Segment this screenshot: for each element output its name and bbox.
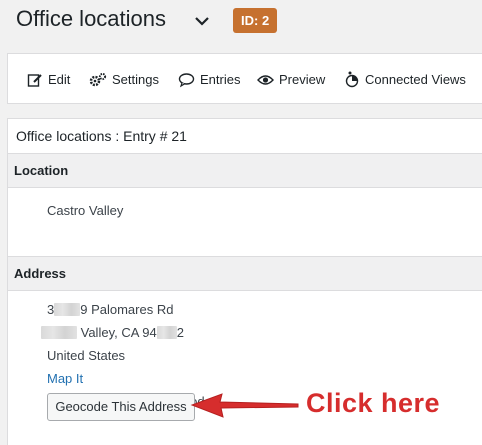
speech-bubble-icon bbox=[178, 72, 195, 87]
location-section: Castro Valley bbox=[8, 188, 482, 257]
edit-button[interactable]: Edit bbox=[27, 54, 70, 105]
preview-label: Preview bbox=[279, 72, 326, 87]
connected-views-button[interactable]: Connected Views bbox=[344, 54, 466, 105]
entry-heading: Office locations : Entry # 21 bbox=[8, 119, 482, 154]
connected-views-icon bbox=[345, 71, 359, 87]
entries-label: Entries bbox=[200, 72, 241, 87]
redacted-block bbox=[156, 326, 177, 339]
city-mid: Valley, CA 94 bbox=[80, 325, 157, 340]
settings-label: Settings bbox=[112, 72, 159, 87]
country-value: United States bbox=[47, 348, 126, 363]
connected-views-label: Connected Views bbox=[365, 72, 466, 87]
street-line: 3 9 Palomares Rd bbox=[47, 301, 482, 324]
settings-button[interactable]: Settings bbox=[89, 54, 159, 105]
address-label: Address bbox=[8, 257, 482, 291]
toolbar: Edit Settings Entries Preview Connected … bbox=[7, 53, 482, 104]
page-title: Office locations bbox=[16, 6, 167, 31]
title-row: Office locations ID: 2 bbox=[0, 0, 482, 44]
location-value: Castro Valley bbox=[47, 203, 124, 218]
chevron-down-icon[interactable] bbox=[192, 11, 212, 31]
edit-icon bbox=[27, 73, 42, 87]
location-label: Location bbox=[8, 154, 482, 188]
gears-icon bbox=[89, 72, 107, 86]
street-end: 9 Palomares Rd bbox=[80, 302, 174, 317]
edit-label: Edit bbox=[48, 72, 71, 87]
redacted-block bbox=[41, 326, 77, 339]
click-here-annotation: Click here bbox=[306, 388, 441, 418]
map-it-link[interactable]: Map It bbox=[47, 371, 83, 386]
id-badge: ID: 2 bbox=[233, 8, 278, 33]
city-line: Valley, CA 94 2 bbox=[41, 324, 482, 347]
street-start: 3 bbox=[47, 302, 55, 317]
entries-button[interactable]: Entries bbox=[178, 54, 240, 105]
annotation-arrow-icon bbox=[190, 393, 299, 418]
geocode-address-button[interactable]: Geocode This Address bbox=[47, 393, 195, 421]
preview-button[interactable]: Preview bbox=[257, 54, 325, 105]
city-end: 2 bbox=[176, 325, 184, 340]
eye-icon bbox=[257, 74, 274, 85]
redacted-block bbox=[54, 303, 81, 316]
